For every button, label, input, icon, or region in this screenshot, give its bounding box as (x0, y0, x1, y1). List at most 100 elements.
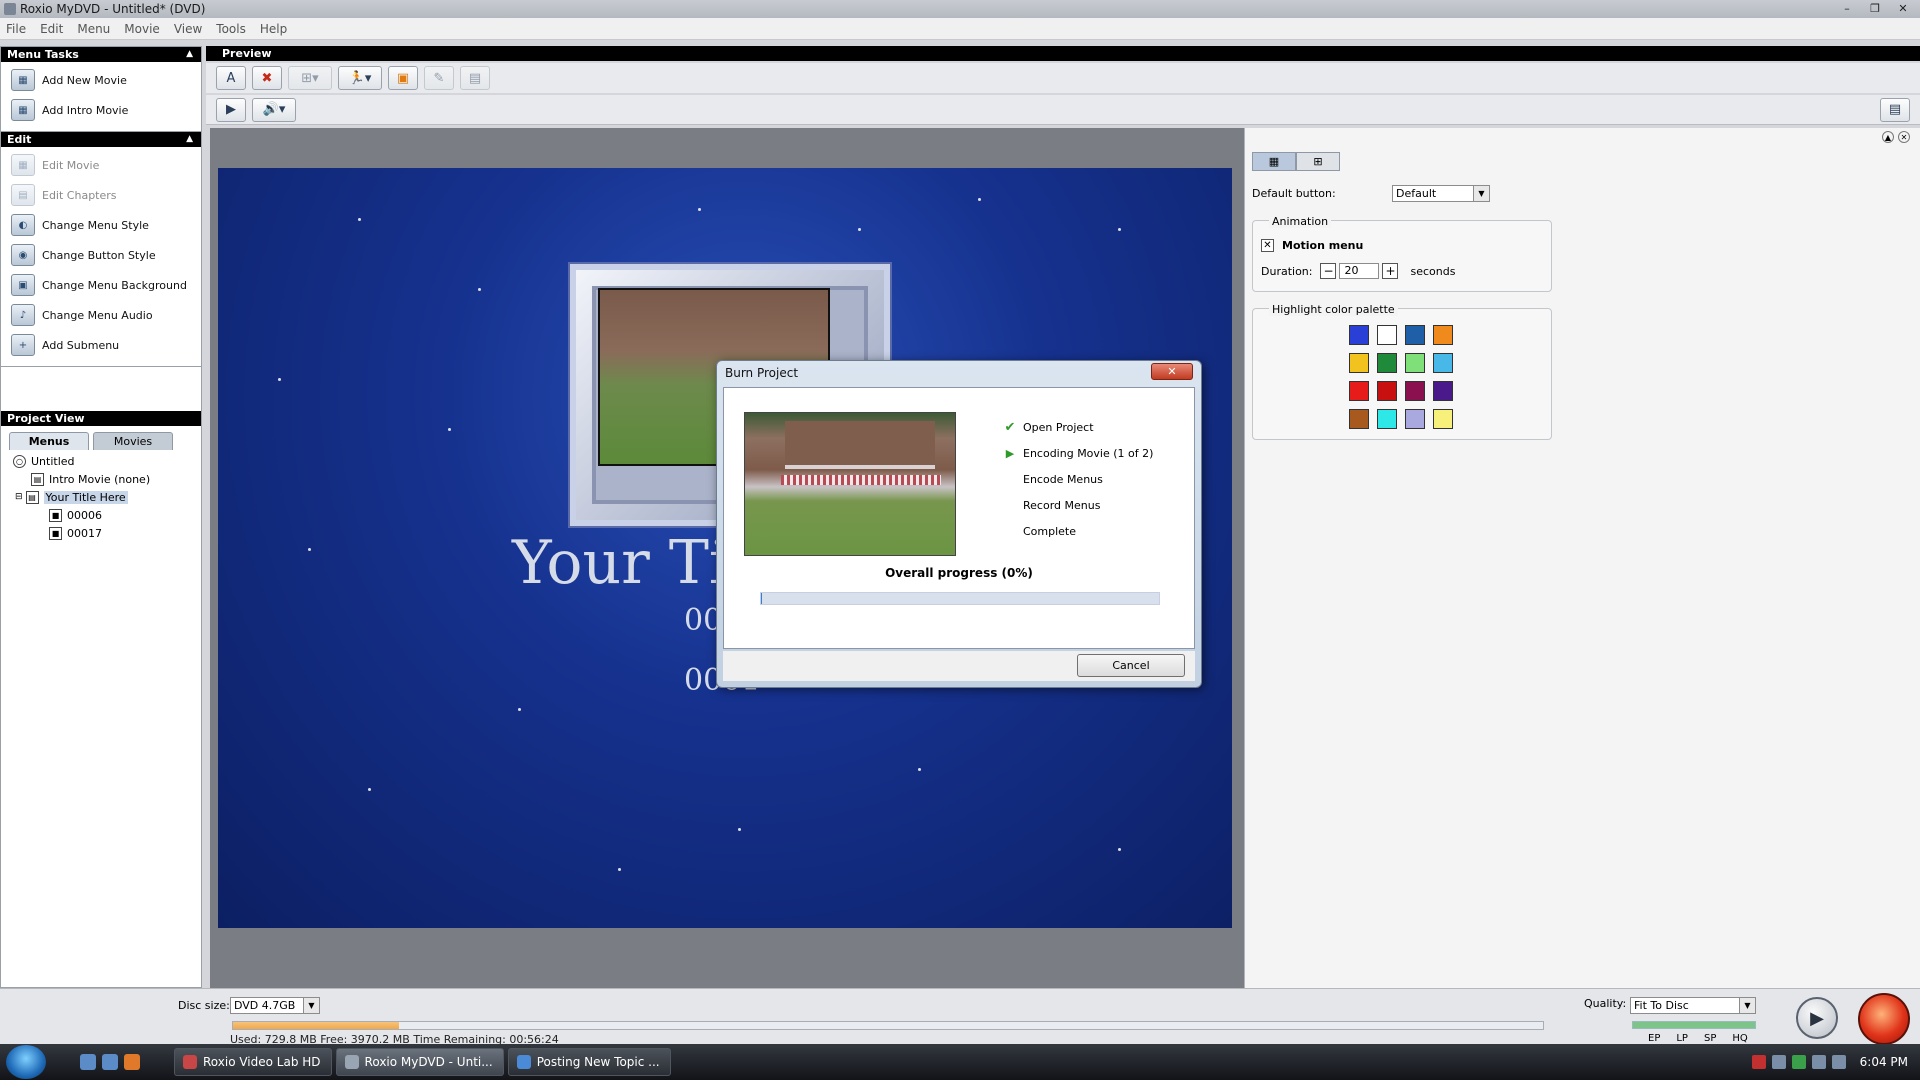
text-tool-icon[interactable]: A (216, 66, 246, 90)
color-swatch[interactable] (1433, 381, 1453, 401)
chevron-down-icon[interactable]: ▼ (1473, 186, 1489, 201)
firefox-icon[interactable] (124, 1054, 140, 1070)
color-swatch[interactable] (1433, 325, 1453, 345)
close-icon[interactable]: ✕ (1898, 131, 1910, 143)
grid-view-icon[interactable]: ⊞ (1296, 152, 1340, 171)
menu-file[interactable]: File (6, 22, 26, 36)
edit-movie-task[interactable]: ▦ Edit Movie (1, 150, 201, 180)
change-menu-style-task[interactable]: ◐ Change Menu Style (1, 210, 201, 240)
menu-tasks-header[interactable]: Menu Tasks ▲ (1, 47, 201, 62)
color-swatch[interactable] (1433, 409, 1453, 429)
chapters-icon: ▤ (11, 184, 35, 206)
chevron-down-icon[interactable]: ▼ (1739, 998, 1755, 1013)
taskbar-item-video-lab[interactable]: Roxio Video Lab HD (174, 1048, 332, 1076)
maximize-icon[interactable]: ❐ (1862, 1, 1888, 16)
color-swatch[interactable] (1433, 353, 1453, 373)
add-new-movie-task[interactable]: ▦ Add New Movie (1, 65, 201, 95)
color-swatch[interactable] (1405, 353, 1425, 373)
menu-tools[interactable]: Tools (216, 22, 246, 36)
color-swatch[interactable] (1349, 409, 1369, 429)
step-open-project: ✔ Open Project (1002, 414, 1153, 440)
menu-menu[interactable]: Menu (77, 22, 110, 36)
tree-node-root[interactable]: ○ Untitled (13, 452, 201, 470)
collapse-icon[interactable]: ▲ (186, 47, 193, 62)
chevron-down-icon[interactable]: ▼ (303, 998, 319, 1013)
delete-icon[interactable]: ✖ (252, 66, 282, 90)
burn-steps: ✔ Open Project ▶ Encoding Movie (1 of 2)… (1002, 414, 1154, 544)
menu-edit[interactable]: Edit (40, 22, 63, 36)
tree-node-intro[interactable]: ▤ Intro Movie (none) (13, 470, 201, 488)
tree-node-menu[interactable]: ⊟ ▤ Your Title Here (13, 488, 201, 506)
color-swatch[interactable] (1377, 409, 1397, 429)
burn-button[interactable] (1858, 993, 1910, 1045)
taskbar-item-mydvd[interactable]: Roxio MyDVD - Unti... (335, 1048, 504, 1076)
layout-toggle-icon[interactable]: ▤ (1880, 97, 1910, 122)
tree-expand-icon[interactable]: ⊟ (15, 492, 23, 502)
color-swatch[interactable] (1377, 325, 1397, 345)
background-icon: ▣ (11, 274, 35, 296)
color-swatch[interactable] (1349, 381, 1369, 401)
playback-icon[interactable]: ▶ (216, 97, 246, 122)
taskbar-item-browser[interactable]: Posting New Topic ... (507, 1048, 671, 1076)
tray-security-icon[interactable] (1791, 1055, 1806, 1069)
quality-select[interactable]: Fit To Disc ▼ (1630, 997, 1756, 1014)
color-swatch[interactable] (1349, 325, 1369, 345)
change-menu-audio-task[interactable]: ♪ Change Menu Audio (1, 300, 201, 330)
edit-chapters-task[interactable]: ▤ Edit Chapters (1, 180, 201, 210)
menu-movie[interactable]: Movie (124, 22, 160, 36)
motion-menu-checkbox[interactable]: ✕ (1261, 239, 1274, 252)
ie-icon[interactable] (102, 1054, 118, 1070)
color-swatch[interactable] (1377, 381, 1397, 401)
color-swatch[interactable] (1405, 409, 1425, 429)
list-view-icon[interactable]: ▦ (1252, 152, 1296, 171)
collapse-icon[interactable]: ▲ (1882, 131, 1894, 143)
menu-help[interactable]: Help (260, 22, 287, 36)
properties-icon[interactable]: ▤ (460, 66, 490, 90)
view-toggle: ▦ ⊞ (1252, 152, 1340, 171)
close-icon[interactable]: ✕ (1151, 363, 1193, 380)
minus-icon[interactable]: − (1320, 263, 1337, 279)
tree-node-chapter[interactable]: ■ 00017 (13, 524, 201, 542)
minimize-icon[interactable]: – (1834, 1, 1860, 16)
clock[interactable]: 6:04 PM (1860, 1055, 1908, 1069)
plus-icon[interactable]: + (1382, 263, 1399, 279)
menu-view[interactable]: View (174, 22, 202, 36)
default-button-select[interactable]: Default ▼ (1392, 185, 1490, 202)
disc-size-select[interactable]: DVD 4.7GB ▼ (230, 997, 320, 1014)
tray-volume-icon[interactable] (1831, 1055, 1846, 1069)
menu-title-text[interactable]: Your Ti (512, 528, 728, 598)
duration-input[interactable]: 20 (1339, 263, 1380, 279)
add-intro-movie-task[interactable]: ▦ Add Intro Movie (1, 95, 201, 125)
tree-node-chapter[interactable]: ■ 00006 (13, 506, 201, 524)
tray-update-icon[interactable] (1811, 1055, 1826, 1069)
start-button[interactable] (6, 1045, 46, 1079)
close-icon[interactable]: ✕ (1890, 1, 1916, 16)
collapse-icon[interactable]: ▲ (186, 132, 193, 147)
default-button-row: Default button: Default ▼ (1252, 185, 1490, 202)
color-swatch[interactable] (1349, 353, 1369, 373)
add-submenu-task[interactable]: + Add Submenu (1, 330, 201, 360)
show-desktop-icon[interactable] (80, 1054, 96, 1070)
tab-menus[interactable]: Menus (9, 432, 89, 450)
duration-label: Duration: (1261, 264, 1313, 278)
edit-text-icon[interactable]: ✎ (424, 66, 454, 90)
status-bar: Disc size: DVD 4.7GB ▼ Used: 729.8 MB Fr… (0, 988, 1920, 1046)
tray-adobe-icon[interactable] (1751, 1055, 1766, 1069)
change-button-style-task[interactable]: ◉ Change Button Style (1, 240, 201, 270)
edit-header[interactable]: Edit ▲ (1, 132, 201, 147)
align-dropdown-icon[interactable]: ⊞▾ (288, 66, 332, 90)
change-menu-background-task[interactable]: ▣ Change Menu Background (1, 270, 201, 300)
cancel-button[interactable]: Cancel (1077, 654, 1185, 677)
frame-icon[interactable]: ▣ (388, 66, 418, 90)
motion-dropdown-icon[interactable]: 🏃▾ (338, 66, 382, 90)
color-swatch[interactable] (1405, 325, 1425, 345)
star-icon (478, 288, 481, 291)
tab-movies[interactable]: Movies (93, 432, 173, 450)
star-icon (518, 708, 521, 711)
color-swatch[interactable] (1377, 353, 1397, 373)
volume-dropdown-icon[interactable]: 🔊▾ (252, 97, 296, 122)
quality-levels: EP LP SP HQ (1648, 1033, 1748, 1044)
tray-network-icon[interactable] (1771, 1055, 1786, 1069)
play-preview-button[interactable]: ▶ (1796, 997, 1838, 1039)
color-swatch[interactable] (1405, 381, 1425, 401)
